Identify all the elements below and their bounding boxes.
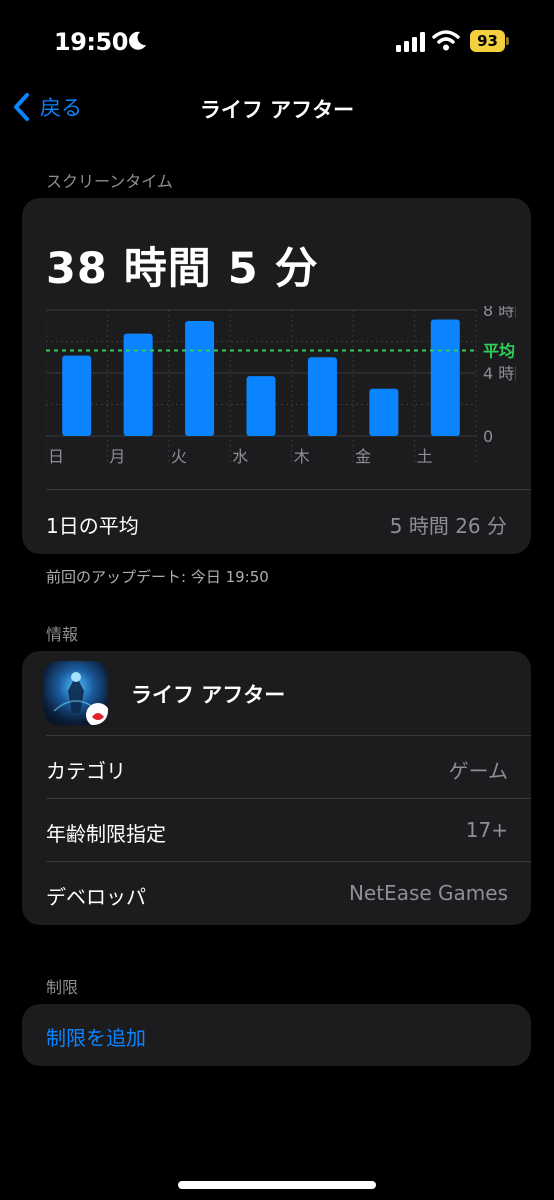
developer-row: デベロッパ NetEase Games (22, 862, 531, 925)
netease-badge-icon (86, 703, 108, 725)
limits-header: 制限 (46, 978, 79, 997)
screen-time-card: 38 時間 5 分 平均 8 時間 4 時間 0 日 月 火 水 木 金 土 1日の平均 5 時間 … (22, 198, 531, 554)
wifi-icon (432, 30, 460, 51)
battery-icon: 93 (470, 30, 510, 52)
developer-value: NetEase Games (348, 881, 508, 905)
usage-chart: 平均 8 時間 4 時間 0 日 月 火 水 木 金 土 (46, 306, 516, 471)
age-rating-row: 年齢制限指定 17+ (22, 799, 531, 862)
daily-average-label: 1日の平均 (46, 514, 139, 538)
daily-average-value: 5 時間 26 分 (389, 514, 507, 538)
chart-xtick-label: 土 (417, 447, 433, 466)
app-icon (44, 661, 108, 725)
chart-bar-0 (62, 355, 92, 436)
chart-average-label: 平均 (483, 341, 515, 360)
category-label: カテゴリ (46, 759, 126, 783)
chart-bar-3 (246, 376, 276, 436)
status-bar: 19:50 93 (0, 0, 554, 84)
usage-chart-svg: 平均 8 時間 4 時間 0 日 月 火 水 木 金 土 (46, 306, 516, 466)
chart-bar-2 (185, 321, 215, 436)
page-title: ライフ アフター (199, 98, 355, 122)
home-indicator (178, 1181, 376, 1189)
add-limit-button[interactable]: 制限を追加 (46, 1022, 146, 1051)
chart-xtick-label: 金 (355, 447, 371, 466)
limits-card: 制限を追加 (22, 1004, 531, 1066)
chart-xtick-label: 火 (171, 447, 187, 466)
info-header: 情報 (46, 625, 79, 644)
battery-level: 93 (470, 30, 505, 52)
developer-label: デベロッパ (46, 885, 146, 909)
age-rating-label: 年齢制限指定 (46, 822, 166, 846)
chart-bar-6 (430, 319, 460, 436)
last-updated: 前回のアップデート: 今日 19:50 (46, 568, 269, 586)
info-card: ライフ アフター カテゴリ ゲーム 年齢制限指定 17+ デベロッパ NetEa… (22, 651, 531, 925)
navigation-bar: 戻る ライフ アフター (0, 84, 554, 132)
screen-time-header: スクリーンタイム (46, 172, 173, 191)
chart-xtick-label: 木 (294, 447, 310, 466)
total-screen-time: 38 時間 5 分 (46, 244, 319, 294)
category-value: ゲーム (448, 759, 508, 783)
category-row: カテゴリ ゲーム (22, 736, 531, 799)
chart-ytick-label: 8 時間 (483, 306, 516, 320)
chart-ytick-label: 4 時間 (483, 364, 516, 383)
age-rating-value: 17+ (465, 818, 508, 842)
daily-average-row: 1日の平均 5 時間 26 分 (22, 490, 531, 554)
status-time: 19:50 (54, 28, 128, 56)
chart-ytick-label: 0 (483, 427, 493, 446)
chart-xtick-label: 日 (48, 447, 64, 466)
chart-bar-5 (369, 388, 399, 436)
chart-xtick-label: 月 (109, 447, 125, 466)
app-name: ライフ アフター (131, 683, 286, 707)
chart-bar-4 (307, 357, 337, 436)
moon-icon (129, 31, 146, 50)
chart-xtick-label: 水 (232, 447, 248, 466)
cellular-signal-icon (396, 32, 425, 52)
chart-bar-1 (123, 333, 153, 436)
